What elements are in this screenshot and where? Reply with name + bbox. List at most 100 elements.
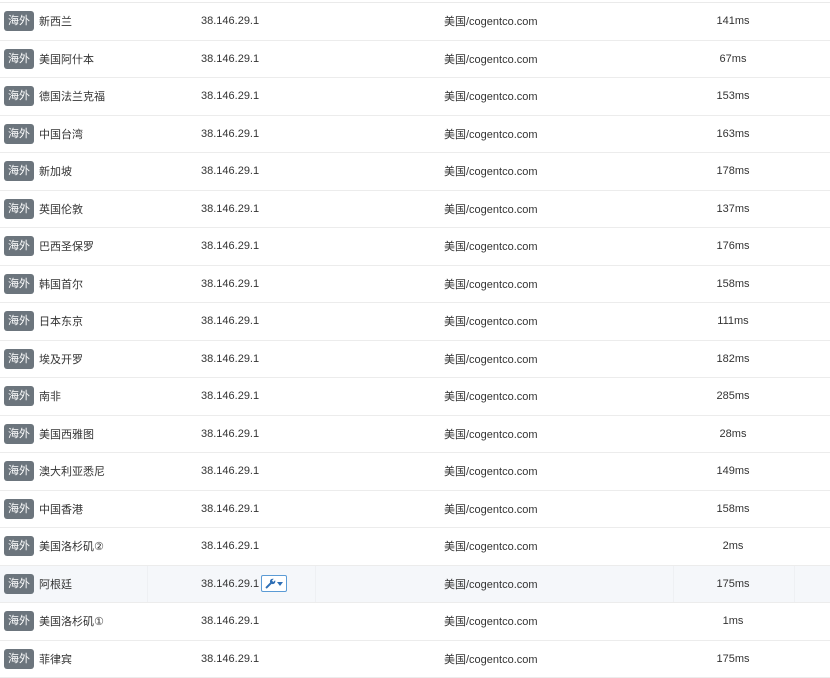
table-row: 海外 中国香港 38.146.29.1 美国/cogentco.com 158m… <box>0 491 830 528</box>
node-name: 日本东京 <box>39 316 83 329</box>
response-time: 158ms <box>716 502 750 515</box>
response-time-cell: 141ms <box>672 3 794 40</box>
response-time-cell: 1ms <box>672 603 794 640</box>
isp-cell: 美国/cogentco.com <box>444 153 644 190</box>
ip-location: 美国/cogentco.com <box>444 428 538 441</box>
ip-address: 38.146.29.1 <box>201 652 260 665</box>
response-time: 176ms <box>716 240 750 253</box>
ip-cell: 38.146.29.1 <box>201 266 321 303</box>
node-cell: 海外 巴西圣保罗 <box>4 228 184 265</box>
table-row: 海外 美国阿什本 38.146.29.1 美国/cogentco.com 67m… <box>0 41 830 78</box>
ip-address: 38.146.29.1 <box>201 202 260 215</box>
table-row: 海外 中国台湾 38.146.29.1 美国/cogentco.com 163m… <box>0 116 830 153</box>
region-tag: 海外 <box>4 386 34 407</box>
node-cell: 海外 新加坡 <box>4 153 184 190</box>
isp-cell: 美国/cogentco.com <box>444 641 644 678</box>
ip-location: 美国/cogentco.com <box>444 241 538 254</box>
node-cell: 海外 新西兰 <box>4 3 184 40</box>
isp-cell: 美国/cogentco.com <box>444 378 644 415</box>
response-time: 2ms <box>722 540 744 553</box>
node-cell: 海外 南非 <box>4 378 184 415</box>
ip-cell: 38.146.29.1 <box>201 303 321 340</box>
ip-location: 美国/cogentco.com <box>444 128 538 141</box>
node-name: 德国法兰克福 <box>39 91 105 104</box>
response-time-cell: 2ms <box>672 528 794 565</box>
ip-address: 38.146.29.1 <box>201 577 260 590</box>
region-tag: 海外 <box>4 198 34 219</box>
response-time: 182ms <box>716 352 750 365</box>
isp-cell: 美国/cogentco.com <box>444 341 644 378</box>
table-row: 海外 美国洛杉矶① 38.146.29.1 美国/cogentco.com 1m… <box>0 603 830 641</box>
ip-address: 38.146.29.1 <box>201 15 260 28</box>
table-row: 海外 新西兰 38.146.29.1 美国/cogentco.com 141ms <box>0 3 830 41</box>
node-cell: 海外 埃及开罗 <box>4 341 184 378</box>
response-time: 285ms <box>716 390 750 403</box>
ip-cell: 38.146.29.1 <box>201 491 321 528</box>
node-cell: 海外 中国香港 <box>4 491 184 528</box>
wrench-icon <box>265 578 276 589</box>
region-tag: 海外 <box>4 123 34 144</box>
node-name: 埃及开罗 <box>39 353 83 366</box>
ip-address: 38.146.29.1 <box>201 615 260 628</box>
node-cell: 海外 中国台湾 <box>4 116 184 153</box>
node-name: 中国香港 <box>39 503 83 516</box>
node-name: 美国西雅图 <box>39 428 94 441</box>
ip-cell: 38.146.29.1 <box>201 566 321 603</box>
isp-cell: 美国/cogentco.com <box>444 3 644 40</box>
isp-cell: 美国/cogentco.com <box>444 566 644 603</box>
node-cell: 海外 美国洛杉矶② <box>4 528 184 565</box>
region-tag: 海外 <box>4 648 34 669</box>
ip-address: 38.146.29.1 <box>201 127 260 140</box>
response-time: 175ms <box>716 652 750 665</box>
ip-address: 38.146.29.1 <box>201 352 260 365</box>
node-cell: 海外 美国洛杉矶① <box>4 603 184 640</box>
ip-location: 美国/cogentco.com <box>444 466 538 479</box>
table-row: 海外 南非 38.146.29.1 美国/cogentco.com 285ms <box>0 378 830 416</box>
table-row: 海外 美国洛杉矶② 38.146.29.1 美国/cogentco.com 2m… <box>0 528 830 566</box>
region-tag: 海外 <box>4 423 34 444</box>
response-time-cell: 153ms <box>672 78 794 115</box>
ip-location: 美国/cogentco.com <box>444 578 538 591</box>
node-cell: 海外 韩国首尔 <box>4 266 184 303</box>
node-cell: 海外 菲律宾 <box>4 641 184 678</box>
table-row: 海外 英国伦敦 38.146.29.1 美国/cogentco.com 137m… <box>0 191 830 228</box>
node-cell: 海外 美国阿什本 <box>4 41 184 78</box>
isp-cell: 美国/cogentco.com <box>444 41 644 78</box>
response-time-cell: 285ms <box>672 378 794 415</box>
node-name: 南非 <box>39 391 61 404</box>
node-cell: 海外 英国伦敦 <box>4 191 184 228</box>
ip-address: 38.146.29.1 <box>201 240 260 253</box>
node-name: 美国洛杉矶② <box>39 541 104 554</box>
response-time-cell: 158ms <box>672 266 794 303</box>
tools-dropdown-button[interactable] <box>261 575 288 593</box>
table-row: 海外 埃及开罗 38.146.29.1 美国/cogentco.com 182m… <box>0 341 830 378</box>
ip-cell: 38.146.29.1 <box>201 153 321 190</box>
table-row: 海外 澳大利亚悉尼 38.146.29.1 美国/cogentco.com 14… <box>0 453 830 491</box>
response-time: 1ms <box>722 615 744 628</box>
ip-location: 美国/cogentco.com <box>444 353 538 366</box>
isp-cell: 美国/cogentco.com <box>444 528 644 565</box>
ip-address: 38.146.29.1 <box>201 502 260 515</box>
ip-location: 美国/cogentco.com <box>444 391 538 404</box>
region-tag: 海外 <box>4 161 34 182</box>
response-time: 141ms <box>716 15 750 28</box>
region-tag: 海外 <box>4 611 34 632</box>
table-row: 海外 新加坡 38.146.29.1 美国/cogentco.com 178ms <box>0 153 830 191</box>
ip-cell: 38.146.29.1 <box>201 528 321 565</box>
ip-location: 美国/cogentco.com <box>444 316 538 329</box>
ip-location: 美国/cogentco.com <box>444 278 538 291</box>
table-row: 海外 德国法兰克福 38.146.29.1 美国/cogentco.com 15… <box>0 78 830 116</box>
table-row: 海外 韩国首尔 38.146.29.1 美国/cogentco.com 158m… <box>0 266 830 303</box>
ip-cell: 38.146.29.1 <box>201 3 321 40</box>
node-name: 菲律宾 <box>39 653 72 666</box>
isp-cell: 美国/cogentco.com <box>444 491 644 528</box>
region-tag: 海外 <box>4 48 34 69</box>
response-time-cell: 111ms <box>672 303 794 340</box>
region-tag: 海外 <box>4 461 34 482</box>
ip-cell: 38.146.29.1 <box>201 416 321 453</box>
ip-cell: 38.146.29.1 <box>201 41 321 78</box>
column-divider <box>673 565 674 602</box>
node-name: 美国阿什本 <box>39 53 94 66</box>
table-row-hovered: 海外 阿根廷 38.146.29.1 美国/cogentco.com 175ms <box>0 565 830 603</box>
response-time-cell: 175ms <box>672 641 794 678</box>
